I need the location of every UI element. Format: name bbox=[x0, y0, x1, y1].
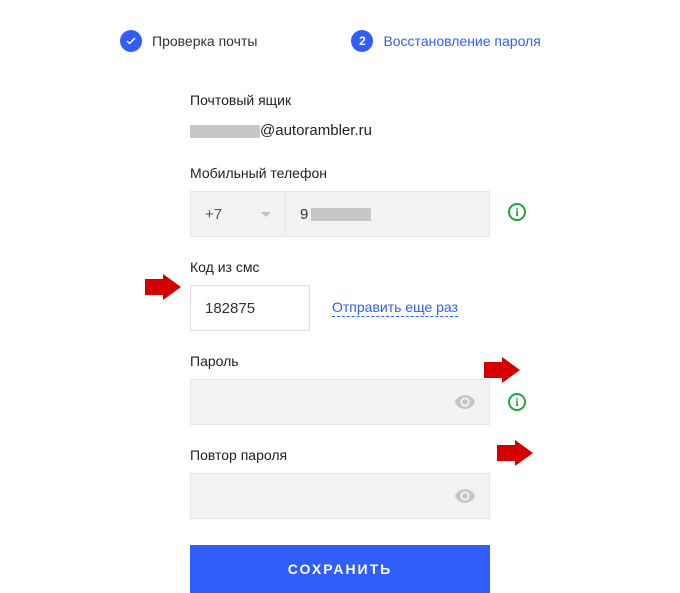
password-label: Пароль bbox=[190, 353, 490, 369]
info-icon[interactable]: i bbox=[508, 203, 526, 221]
password-group: Пароль i bbox=[190, 353, 490, 425]
password-repeat-label: Повтор пароля bbox=[190, 447, 490, 463]
sms-group: Код из смс Отправить еще раз bbox=[190, 259, 490, 331]
country-code-select[interactable]: +7 bbox=[190, 191, 286, 237]
info-icon[interactable]: i bbox=[508, 393, 526, 411]
phone-redacted bbox=[311, 208, 371, 221]
recovery-form: Почтовый ящик @autorambler.ru Мобильный … bbox=[190, 92, 490, 593]
eye-icon[interactable] bbox=[454, 391, 476, 413]
arrow-icon bbox=[484, 357, 520, 383]
phone-label: Мобильный телефон bbox=[190, 165, 490, 181]
step-2-number: 2 bbox=[351, 30, 373, 52]
step-2-label: Восстановление пароля bbox=[383, 33, 540, 49]
arrow-icon bbox=[497, 440, 533, 466]
eye-icon[interactable] bbox=[454, 485, 476, 507]
sms-code-input[interactable] bbox=[190, 285, 310, 331]
phone-input[interactable]: 9 bbox=[286, 191, 490, 237]
email-label: Почтовый ящик bbox=[190, 92, 490, 108]
save-button[interactable]: СОХРАНИТЬ bbox=[190, 545, 490, 593]
step-1-label: Проверка почты bbox=[152, 33, 257, 49]
sms-label: Код из смс bbox=[190, 259, 490, 275]
phone-group: Мобильный телефон +7 9 i bbox=[190, 165, 490, 237]
resend-sms-link[interactable]: Отправить еще раз bbox=[332, 299, 458, 317]
email-group: Почтовый ящик @autorambler.ru bbox=[190, 92, 490, 143]
step-1: Проверка почты bbox=[120, 30, 257, 52]
password-input[interactable] bbox=[190, 379, 490, 425]
check-icon bbox=[120, 30, 142, 52]
step-2: 2 Восстановление пароля bbox=[351, 30, 540, 52]
stepper: Проверка почты 2 Восстановление пароля bbox=[0, 0, 680, 52]
password-repeat-group: Повтор пароля bbox=[190, 447, 490, 519]
arrow-icon bbox=[145, 274, 181, 300]
password-repeat-input[interactable] bbox=[190, 473, 490, 519]
email-redacted bbox=[190, 125, 260, 138]
email-value: @autorambler.ru bbox=[190, 118, 490, 143]
chevron-down-icon bbox=[261, 212, 271, 217]
